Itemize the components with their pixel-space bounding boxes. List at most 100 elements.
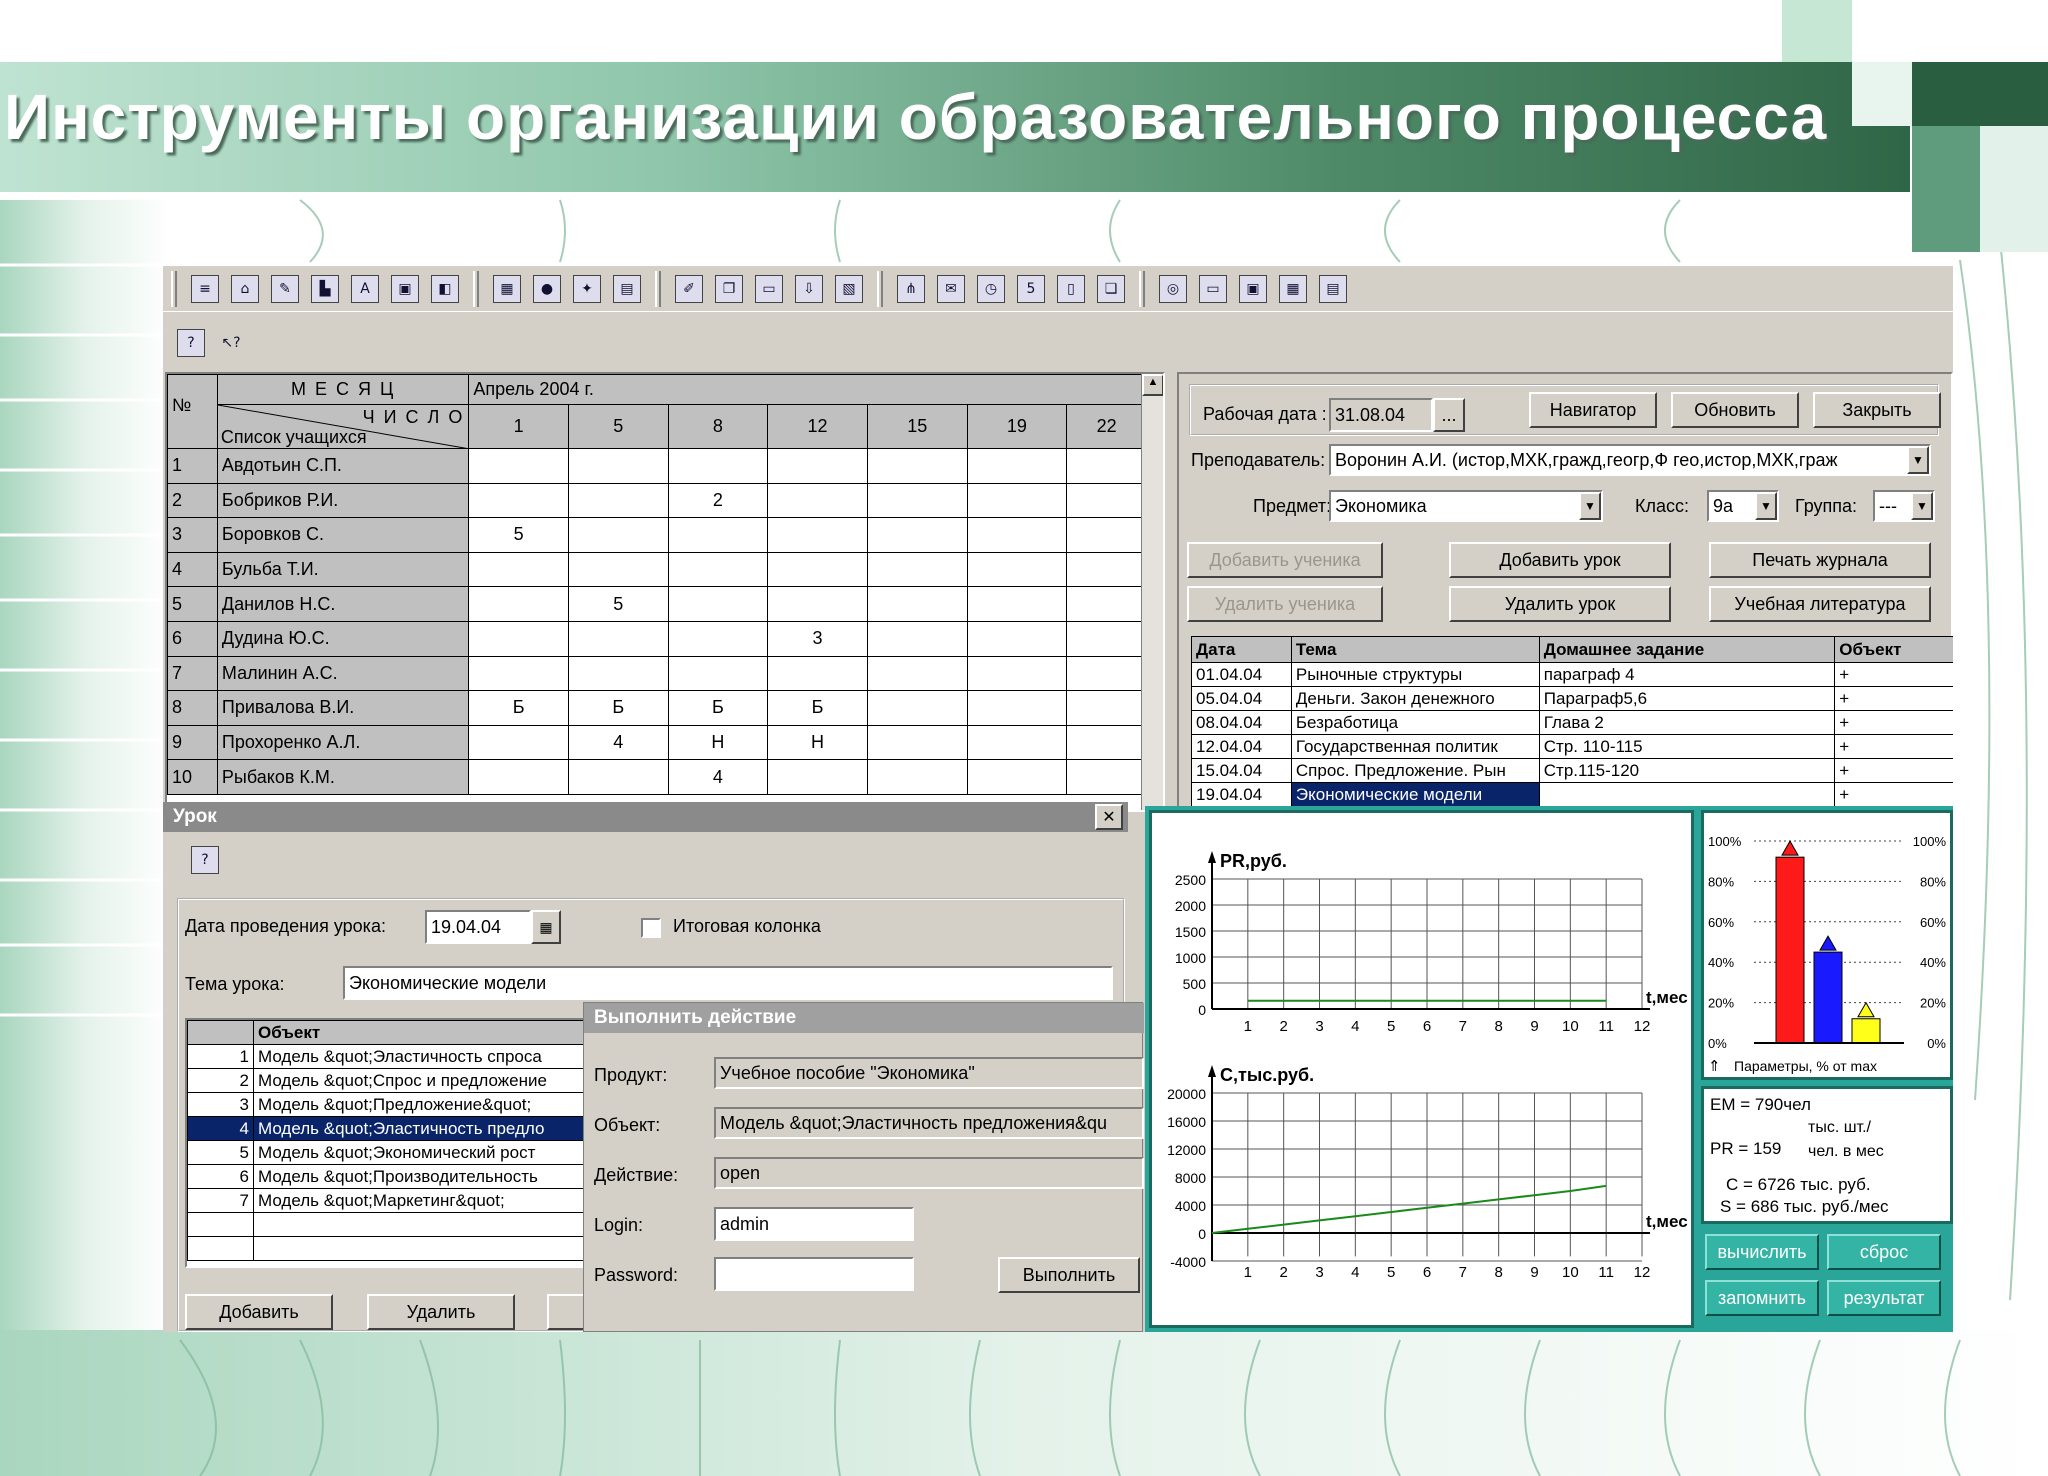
- group-select[interactable]: --- ▼: [1873, 490, 1935, 522]
- student-name[interactable]: Авдотьин С.П.: [216, 448, 470, 484]
- grade-cell[interactable]: [966, 655, 1068, 692]
- grade-cell[interactable]: [966, 690, 1068, 726]
- work-date-field[interactable]: 31.08.04: [1329, 398, 1433, 432]
- grade-cell[interactable]: [966, 586, 1068, 622]
- lesson-row[interactable]: 19.04.04 Экономические модели +: [1191, 782, 1953, 807]
- object-row[interactable]: 6 Модель &quot;Производительность: [187, 1164, 623, 1189]
- grade-cell[interactable]: [1066, 655, 1147, 692]
- product-field[interactable]: Учебное пособие "Экономика": [714, 1057, 1144, 1089]
- day-header[interactable]: 8: [667, 404, 769, 449]
- grade-cell[interactable]: [767, 448, 868, 484]
- student-name[interactable]: Прохоренко А.Л.: [216, 724, 470, 761]
- lesson-row[interactable]: 05.04.04 Деньги. Закон денежного Параграф5…: [1191, 686, 1953, 711]
- student-name[interactable]: Данилов Н.С.: [216, 586, 470, 622]
- object-row[interactable]: 1 Модель &quot;Эластичность спроса: [187, 1044, 623, 1069]
- lesson-date-field[interactable]: 19.04.04: [425, 910, 531, 944]
- door-icon[interactable]: ◧: [431, 274, 459, 303]
- day-header[interactable]: 15: [866, 404, 968, 449]
- presentation-icon[interactable]: ▧: [835, 274, 863, 303]
- grade-cell[interactable]: [567, 551, 669, 588]
- password-field[interactable]: [714, 1257, 914, 1291]
- whats-this-icon[interactable]: ↖?: [217, 329, 245, 357]
- object-row[interactable]: 2 Модель &quot;Спрос и предложение: [187, 1068, 623, 1093]
- grade-cell[interactable]: [866, 482, 968, 519]
- folder-icon[interactable]: ▭: [755, 274, 783, 303]
- objects-header[interactable]: Объект: [253, 1020, 623, 1045]
- remember-button[interactable]: запомнить: [1705, 1280, 1819, 1316]
- calculator-icon[interactable]: ▦: [1279, 274, 1307, 303]
- grade-cell[interactable]: 5: [567, 586, 669, 622]
- grade-cell[interactable]: [1066, 690, 1147, 726]
- grade-cell[interactable]: Б: [468, 690, 569, 726]
- grade-cell[interactable]: 4: [567, 724, 669, 761]
- grade-cell[interactable]: Б: [567, 690, 669, 726]
- grade-cell[interactable]: [567, 482, 669, 519]
- add-object-button[interactable]: Добавить: [185, 1294, 333, 1330]
- chevron-down-icon[interactable]: ▼: [1911, 492, 1933, 520]
- lesson-row[interactable]: 15.04.04 Спрос. Предложение. Рын Стр.115-1…: [1191, 758, 1953, 783]
- grade-cell[interactable]: [866, 586, 968, 622]
- grade-cell[interactable]: [468, 586, 569, 622]
- collapse-icon[interactable]: ⇑: [1708, 1058, 1721, 1075]
- student-name[interactable]: Малинин А.С.: [216, 655, 470, 692]
- subject-select[interactable]: Экономика ▼: [1329, 490, 1603, 522]
- lesson-row[interactable]: 01.04.04 Рыночные структуры параграф 4 +: [1191, 662, 1953, 687]
- globe-icon[interactable]: ●: [533, 274, 561, 303]
- delete-lesson-button[interactable]: Удалить урок: [1449, 586, 1671, 622]
- student-name[interactable]: Рыбаков К.М.: [216, 759, 470, 795]
- monitor-icon[interactable]: ▭: [1199, 274, 1227, 303]
- bar-arrow-icon[interactable]: [1857, 1001, 1875, 1018]
- grade-cell[interactable]: [1066, 517, 1147, 553]
- grade-cell[interactable]: [966, 724, 1068, 761]
- student-name[interactable]: Бобриков Р.И.: [216, 482, 470, 519]
- grade-cell[interactable]: 3: [767, 620, 868, 657]
- refresh-button[interactable]: Обновить: [1671, 392, 1799, 428]
- literature-button[interactable]: Учебная литература: [1709, 586, 1931, 622]
- grade-cell[interactable]: [468, 448, 569, 484]
- object-row[interactable]: 3 Модель &quot;Предложение&quot;: [187, 1092, 623, 1117]
- day-header[interactable]: 1: [468, 404, 569, 449]
- col-topic[interactable]: Тема: [1290, 636, 1540, 663]
- grade-cell[interactable]: [767, 655, 868, 692]
- calculate-button[interactable]: вычислить: [1705, 1234, 1819, 1270]
- grade-cell[interactable]: [767, 551, 868, 588]
- grade-cell[interactable]: [667, 551, 769, 588]
- grade-cell[interactable]: [966, 448, 1068, 484]
- grade-cell[interactable]: [1066, 724, 1147, 761]
- navigator-button[interactable]: Навигатор: [1529, 392, 1657, 428]
- grade-cell[interactable]: [468, 482, 569, 519]
- object-row[interactable]: 4 Модель &quot;Эластичность предло: [187, 1116, 623, 1141]
- grade-cell[interactable]: [1066, 586, 1147, 622]
- day-header[interactable]: 19: [966, 404, 1068, 449]
- grade-cell[interactable]: [1066, 759, 1147, 795]
- grade-cell[interactable]: Б: [667, 690, 769, 726]
- journal-scrollbar[interactable]: ▲: [1141, 374, 1163, 810]
- font-icon[interactable]: A: [351, 274, 379, 303]
- total-column-checkbox[interactable]: [641, 918, 661, 938]
- grade-cell[interactable]: [866, 690, 968, 726]
- help-icon[interactable]: ?: [177, 329, 205, 357]
- bar-arrow-icon[interactable]: [1781, 840, 1799, 856]
- copy-icon[interactable]: ❐: [715, 274, 743, 303]
- grade-cell[interactable]: 5: [468, 517, 569, 553]
- day-header[interactable]: 22: [1066, 404, 1147, 449]
- grade-cell[interactable]: [966, 551, 1068, 588]
- clock-icon[interactable]: ◷: [977, 274, 1005, 303]
- class-select[interactable]: 9а ▼: [1707, 490, 1779, 522]
- grade-cell[interactable]: [966, 517, 1068, 553]
- grade-cell[interactable]: [866, 759, 968, 795]
- object-row[interactable]: 5 Модель &quot;Экономический рост: [187, 1140, 623, 1165]
- disk-icon[interactable]: ◎: [1159, 274, 1187, 303]
- grade-cell[interactable]: [667, 655, 769, 692]
- grade-cell[interactable]: [966, 759, 1068, 795]
- delete-student-button[interactable]: Удалить ученика: [1187, 586, 1383, 622]
- grade-cell[interactable]: [866, 620, 968, 657]
- grade-cell[interactable]: [567, 517, 669, 553]
- grade-cell[interactable]: [567, 448, 669, 484]
- grade-cell[interactable]: 4: [667, 759, 769, 795]
- grade-cell[interactable]: [468, 759, 569, 795]
- col-date[interactable]: Дата: [1191, 636, 1292, 663]
- grade-cell[interactable]: [966, 620, 1068, 657]
- help-icon[interactable]: ?: [191, 846, 219, 874]
- day-header[interactable]: 12: [767, 404, 868, 449]
